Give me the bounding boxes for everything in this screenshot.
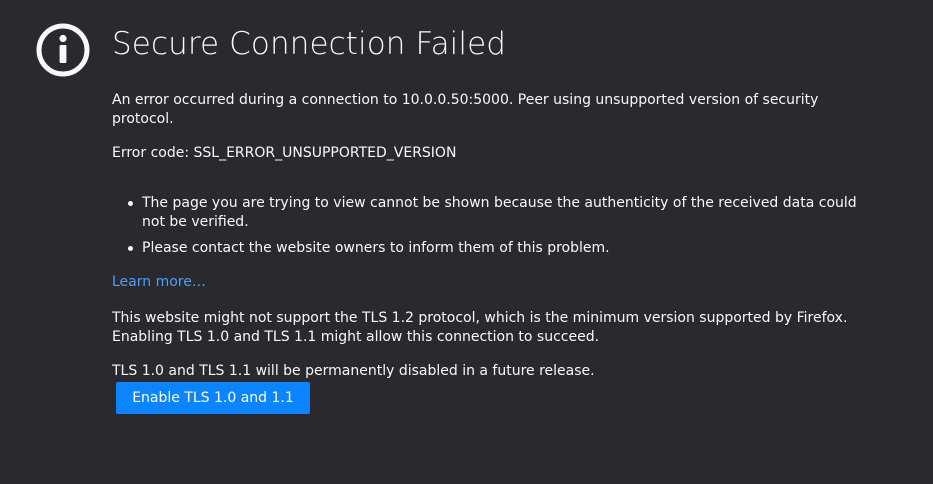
tls-info-text: This website might not support the TLS 1… (112, 310, 848, 345)
tls-note-text: TLS 1.0 and TLS 1.1 will be permanently … (112, 363, 595, 379)
list-item: Please contact the website owners to inf… (128, 239, 882, 258)
list-item: The page you are trying to view cannot b… (128, 194, 882, 232)
error-page: Secure Connection Failed An error occurr… (0, 0, 933, 484)
error-content: An error occurred during a connection to… (112, 91, 882, 381)
learn-more-link[interactable]: Learn more… (112, 273, 206, 292)
info-icon (36, 23, 90, 77)
reason-list: The page you are trying to view cannot b… (112, 194, 882, 258)
enable-tls-button[interactable]: Enable TLS 1.0 and 1.1 (116, 382, 310, 414)
error-description: An error occurred during a connection to… (112, 92, 819, 127)
page-title: Secure Connection Failed (112, 26, 507, 62)
error-code: Error code: SSL_ERROR_UNSUPPORTED_VERSIO… (112, 145, 457, 161)
